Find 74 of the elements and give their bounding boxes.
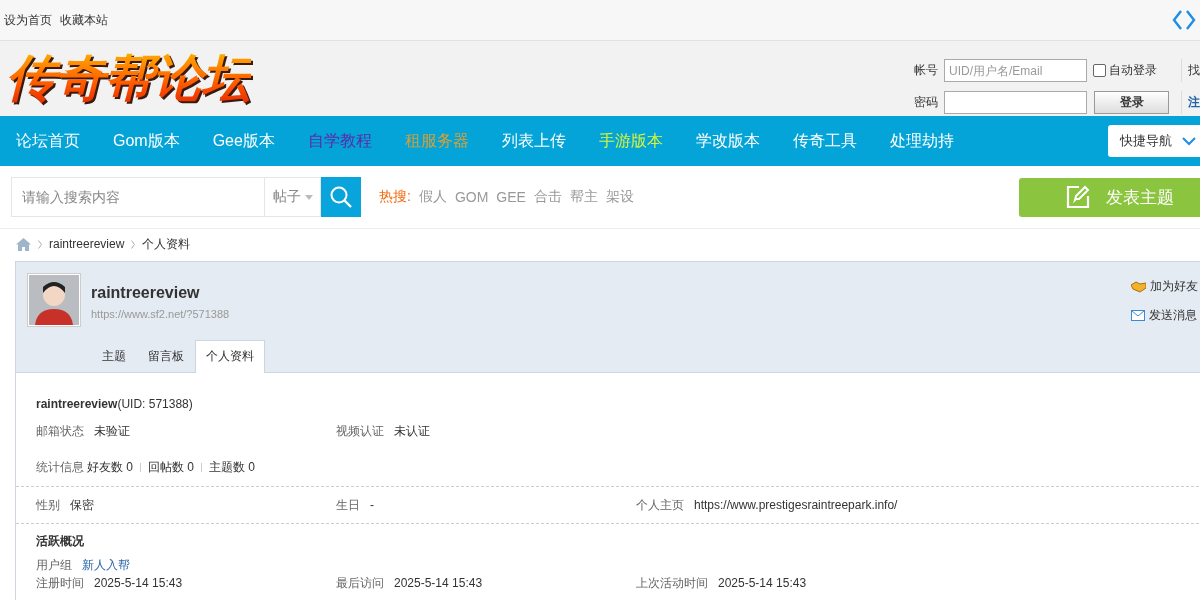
breadcrumb-separator-icon <box>131 239 136 249</box>
profile-tab[interactable]: 个人资料 <box>195 340 265 373</box>
nav-item[interactable]: 传奇工具 <box>776 130 873 152</box>
chevron-down-icon <box>1182 136 1196 146</box>
field-value: 2025-5-14 15:43 <box>94 576 183 590</box>
hot-search-link[interactable]: GOM <box>454 189 489 205</box>
account-field[interactable]: UID/用户名/Email <box>944 59 1087 82</box>
nav-item[interactable]: 手游版本 <box>582 130 679 152</box>
field-value: 未认证 <box>394 424 430 438</box>
section-heading: 活跃概况 <box>36 533 85 550</box>
top-link[interactable]: 设为首页 <box>4 11 52 29</box>
nav-item[interactable]: 列表上传 <box>485 130 582 152</box>
home-icon[interactable] <box>16 237 31 251</box>
nav-item[interactable]: 自学教程 <box>291 130 388 152</box>
profile-url: https://www.sf2.net/?571388 <box>91 308 230 320</box>
avatar[interactable] <box>27 273 81 327</box>
breadcrumb-separator-icon <box>38 239 42 249</box>
username: raintreereview <box>91 284 200 302</box>
field-value: 2025-5-14 15:43 <box>394 576 483 590</box>
user-id-line: raintreereview(UID: 571388) <box>36 396 194 413</box>
field-label: 最后访问 <box>336 576 384 590</box>
field-value: 保密 <box>70 498 94 512</box>
nav-item[interactable]: Gom版本 <box>97 130 196 152</box>
hot-search-label: 热搜: <box>379 188 411 206</box>
search-icon <box>329 185 353 209</box>
checkbox-label: 自动登录 <box>1109 62 1157 79</box>
hot-search-link[interactable]: 假人 <box>418 188 447 206</box>
edit-icon <box>1065 185 1090 209</box>
field-label: 邮箱状态 <box>36 424 84 438</box>
field-label: 生日 <box>336 498 360 512</box>
stat-value[interactable]: 主题数 0 <box>209 460 256 474</box>
send-message-link[interactable]: 发送消息 <box>1131 307 1198 324</box>
checkbox[interactable] <box>1093 64 1106 77</box>
stat-value[interactable]: 回帖数 0 <box>148 460 195 474</box>
hot-search-link[interactable]: 帮主 <box>569 188 598 206</box>
field-label: 帐号 <box>914 62 939 79</box>
caret-icon <box>305 194 313 200</box>
breadcrumb-link[interactable]: 个人资料 <box>142 235 191 253</box>
field-value: - <box>370 498 374 512</box>
field-label: 密码 <box>914 94 939 111</box>
search-button[interactable] <box>321 177 361 217</box>
field-label: 个人主页 <box>636 498 684 512</box>
chevrons-icon[interactable] <box>1172 9 1196 31</box>
group-link[interactable]: 新人入帮 <box>82 558 130 572</box>
nav-item[interactable]: 论坛首页 <box>0 130 96 152</box>
field-label: 上次活动时间 <box>636 576 708 590</box>
field-label: 视频认证 <box>336 424 384 438</box>
password-field[interactable] <box>944 91 1087 114</box>
field-value: 未验证 <box>94 424 130 438</box>
envelope-icon <box>1131 310 1145 321</box>
search-field[interactable]: 请输入搜索内容 <box>11 177 265 217</box>
nav-item[interactable]: Gee版本 <box>196 130 291 152</box>
field-value: https://www.prestigesraintreepark.info/ <box>694 498 898 512</box>
quick-nav-button[interactable]: 快捷导航 <box>1108 125 1200 157</box>
stat-value[interactable]: 好友数 0 <box>87 460 133 474</box>
profile-tab[interactable]: 留言板 <box>137 340 195 372</box>
hot-search-link[interactable]: 架设 <box>605 188 634 206</box>
top-link[interactable]: 收藏本站 <box>60 11 108 29</box>
profile-tab[interactable]: 主题 <box>91 340 137 372</box>
breadcrumb-link[interactable]: raintreereview <box>49 237 125 251</box>
nav-item[interactable]: 学改版本 <box>679 130 776 152</box>
find-link[interactable]: 找 <box>1181 59 1200 82</box>
field-label: 性别 <box>36 498 60 512</box>
field-label: 注册时间 <box>36 576 84 590</box>
post-topic-button[interactable]: 发表主题 <box>1019 177 1200 217</box>
add-friend-link[interactable]: 加为好友 <box>1131 278 1198 295</box>
hot-search-link[interactable]: 合击 <box>533 188 562 206</box>
nav-item[interactable]: 处理劫持 <box>873 130 970 152</box>
register-link[interactable]: 注 <box>1181 91 1200 114</box>
field-label: 统计信息 <box>36 460 84 474</box>
field-label: 用户组 <box>36 558 72 572</box>
login-button[interactable]: 登录 <box>1094 91 1169 114</box>
hot-search-link[interactable]: GEE <box>496 189 526 205</box>
field-value: 2025-5-14 15:43 <box>718 576 807 590</box>
